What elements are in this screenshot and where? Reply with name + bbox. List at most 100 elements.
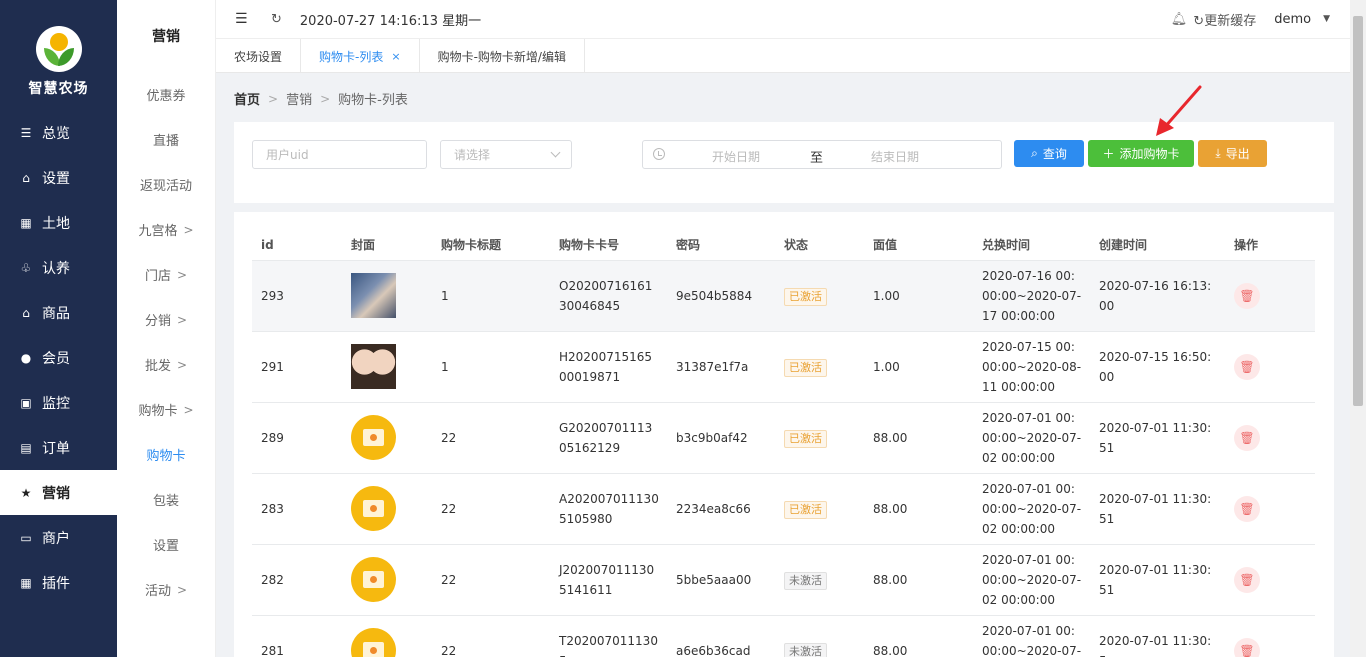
cell-exchange-time: 2020-07-01 00:00:00~2020-07-0 <box>973 615 1090 657</box>
date-end-input[interactable]: 结束日期 <box>871 148 919 165</box>
trash-icon: 🗑︎ <box>1239 501 1255 516</box>
status-select[interactable]: 请选择 <box>440 140 572 169</box>
delete-button[interactable]: 🗑︎ <box>1234 637 1260 657</box>
tab-1[interactable]: 购物卡-列表 × <box>301 39 420 73</box>
delete-button[interactable]: 🗑︎ <box>1234 353 1260 380</box>
sidebar-item-7[interactable]: ▤ 订单 <box>0 425 117 470</box>
page-scrollbar[interactable] <box>1350 0 1366 657</box>
cell-exchange-time: 2020-07-01 00:00:00~2020-07-02 00:00:00 <box>973 544 1090 616</box>
cell-created-time: 2020-07-01 11:30:51 <box>1090 473 1225 545</box>
breadcrumb-marketing[interactable]: 营销 <box>286 89 312 108</box>
chevron-right-icon: > <box>176 357 188 372</box>
user-menu[interactable]: demo <box>1274 12 1311 27</box>
subnav-item-11[interactable]: 活动 > <box>117 567 215 612</box>
subnav-item-5[interactable]: 分销 > <box>117 297 215 342</box>
add-card-button[interactable]: ＋ 添加购物卡 <box>1088 140 1194 167</box>
cell-title: 22 <box>432 615 550 657</box>
cell-actions: 🗑︎ <box>1225 544 1315 616</box>
sidebar-item-10[interactable]: ▦ 插件 <box>0 560 117 605</box>
sliders-icon: ☰ <box>20 125 32 140</box>
sidebar-item-8[interactable]: ★ 营销 <box>0 470 117 515</box>
cover-image[interactable] <box>351 415 396 460</box>
grid-icon: ▦ <box>20 215 32 230</box>
cell-exchange-time: 2020-07-15 00:00:00~2020-08-11 00:00:00 <box>973 331 1090 403</box>
cell-id: 283 <box>252 473 342 545</box>
user-icon: ● <box>20 350 32 365</box>
subnav-item-7[interactable]: 购物卡 > <box>117 387 215 432</box>
sidebar-item-4[interactable]: ⌂ 商品 <box>0 290 117 335</box>
cover-image[interactable] <box>351 628 396 657</box>
card-number: H2020071516500019871 <box>559 349 653 384</box>
sidebar-item-3[interactable]: ♧ 认养 <box>0 245 117 290</box>
breadcrumb-current: 购物卡-列表 <box>338 93 408 108</box>
query-button[interactable]: ⌕ 查询 <box>1014 140 1084 167</box>
brand-logo[interactable]: 智慧农场 <box>0 0 117 110</box>
cell-card-no: O2020071616130046845 <box>550 260 667 332</box>
bell-icon[interactable]: 🔔︎ <box>1171 12 1188 27</box>
sidebar-item-label: 认养 <box>42 260 70 277</box>
search-icon: ⌕ <box>1031 146 1038 160</box>
sidebar-item-5[interactable]: ● 会员 <box>0 335 117 380</box>
refresh-icon[interactable]: ↻ <box>271 12 282 27</box>
sidebar-item-1[interactable]: ⌂ 设置 <box>0 155 117 200</box>
subnav-item-8[interactable]: 购物卡 <box>117 432 215 477</box>
refresh-cache-button[interactable]: ↻更新缓存 <box>1193 10 1256 29</box>
subnav-item-3[interactable]: 九宫格 > <box>117 207 215 252</box>
delete-button[interactable]: 🗑︎ <box>1234 424 1260 451</box>
cell-status: 未激活 <box>775 615 864 657</box>
sidebar-item-9[interactable]: ▭ 商户 <box>0 515 117 560</box>
delete-button[interactable]: 🗑︎ <box>1234 566 1260 593</box>
subnav-item-2[interactable]: 返现活动 <box>117 162 215 207</box>
table-body: 293 1 O2020071616130046845 9e504b5884 已激活 1.0… <box>252 260 1315 657</box>
cell-value: 88.00 <box>864 544 973 616</box>
query-button-label: 查询 <box>1042 147 1067 161</box>
delete-button[interactable]: 🗑︎ <box>1234 282 1260 309</box>
cell-password: a6e6b36cad <box>667 615 775 657</box>
date-start-input[interactable]: 开始日期 <box>712 148 760 165</box>
download-icon: ⤓ <box>1215 146 1221 160</box>
tree-icon: ♧ <box>20 260 32 275</box>
subnav-item-9[interactable]: 包装 <box>117 477 215 522</box>
subnav-item-label: 返现活动 <box>139 179 192 194</box>
sidebar-item-6[interactable]: ▣ 监控 <box>0 380 117 425</box>
scrollbar-thumb[interactable] <box>1353 16 1363 406</box>
column-header: 状态 <box>775 230 864 261</box>
status-badge: 已激活 <box>784 287 827 306</box>
subnav-item-4[interactable]: 门店 > <box>117 252 215 297</box>
sidebar-item-0[interactable]: ☰ 总览 <box>0 110 117 155</box>
plus-icon: ＋ <box>1102 147 1115 161</box>
subnav-item-0[interactable]: 优惠券 <box>117 72 215 117</box>
breadcrumb-home[interactable]: 首页 <box>234 89 260 108</box>
cell-status: 已激活 <box>775 331 864 403</box>
delete-button[interactable]: 🗑︎ <box>1234 495 1260 522</box>
tab-0[interactable]: 农场设置 <box>216 39 302 73</box>
column-header: 购物卡卡号 <box>550 230 667 261</box>
subnav-item-1[interactable]: 直播 <box>117 117 215 162</box>
cover-image[interactable] <box>351 557 396 602</box>
cover-image[interactable] <box>351 273 396 318</box>
cover-image[interactable] <box>351 486 396 531</box>
cell-created-time: 2020-07-01 11:30:51 <box>1090 402 1225 474</box>
subnav-item-label: 活动 <box>144 584 171 599</box>
subnav-item-label: 九宫格 <box>138 224 178 239</box>
cell-title: 1 <box>432 260 550 332</box>
subnav-item-6[interactable]: 批发 > <box>117 342 215 387</box>
column-header: id <box>252 230 342 261</box>
sidebar-item-2[interactable]: ▦ 土地 <box>0 200 117 245</box>
cover-image[interactable] <box>351 344 396 389</box>
close-icon[interactable]: × <box>391 50 400 63</box>
subnav-item-10[interactable]: 设置 <box>117 522 215 567</box>
bag-icon: ⌂ <box>22 305 30 320</box>
trash-icon: 🗑︎ <box>1239 643 1255 657</box>
export-button[interactable]: ⤓ 导出 <box>1198 140 1267 167</box>
cell-password: 5bbe5aaa00 <box>667 544 775 616</box>
menu-toggle-icon[interactable]: ☰ <box>235 11 251 27</box>
cell-cover <box>342 402 432 474</box>
caret-down-icon[interactable]: ▼ <box>1323 14 1330 24</box>
uid-input[interactable]: 用户uid <box>252 140 427 169</box>
subnav-item-label: 购物卡 <box>138 404 178 419</box>
date-range-picker[interactable]: 开始日期 至 结束日期 <box>642 140 1002 169</box>
tab-2[interactable]: 购物卡-购物卡新增/编辑 <box>420 39 585 73</box>
cell-cover <box>342 331 432 403</box>
current-datetime: 2020-07-27 14:16:13 星期一 <box>299 13 482 29</box>
